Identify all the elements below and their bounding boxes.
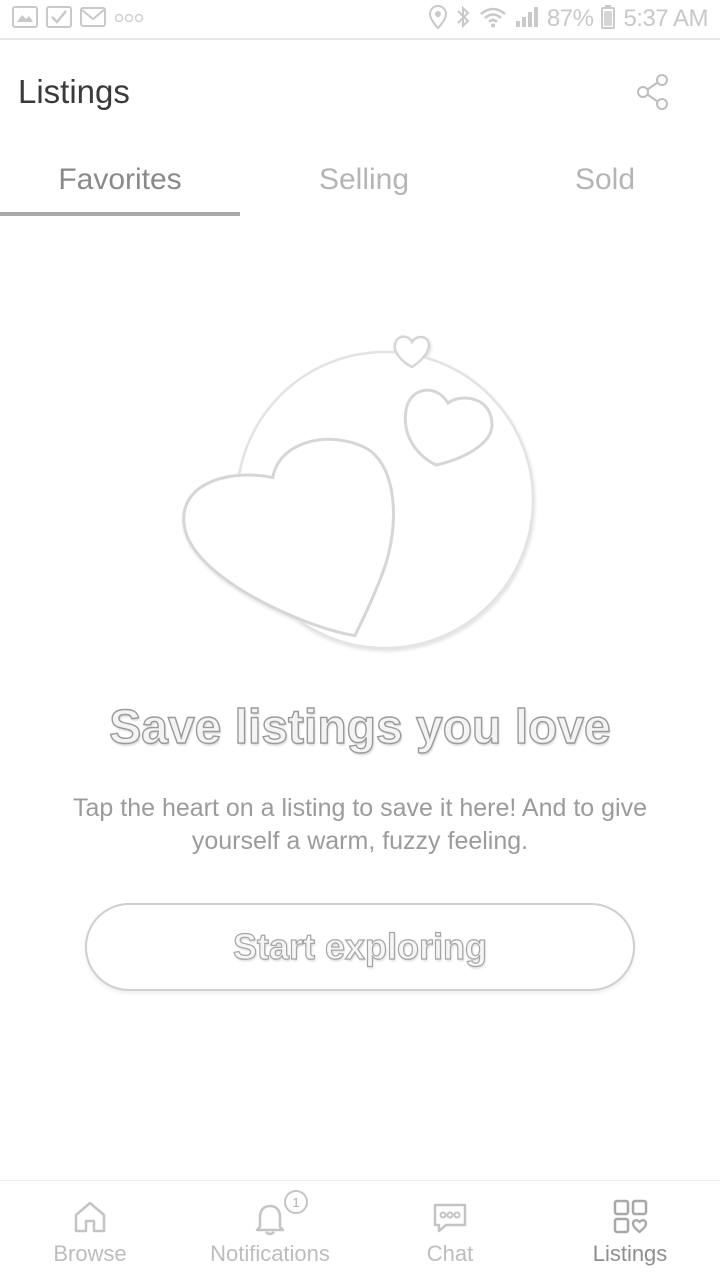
nav-label-chat: Chat xyxy=(426,1241,474,1266)
signal-icon xyxy=(515,6,539,33)
empty-state-heading: Save listings you love xyxy=(109,700,612,754)
nav-item-browse[interactable]: Browse xyxy=(0,1181,180,1280)
status-notifications xyxy=(12,5,144,33)
tab-selling[interactable]: Selling xyxy=(244,142,484,218)
nav-item-chat[interactable]: Chat xyxy=(360,1181,540,1280)
chat-bubble-icon xyxy=(433,1203,467,1233)
bottom-navigation: Browse 1 Notifications Chat Listings xyxy=(0,1180,720,1280)
app-header: Listings xyxy=(0,42,720,142)
tab-sold[interactable]: Sold xyxy=(485,142,720,218)
status-system: 87% 5:37 AM xyxy=(428,4,708,34)
battery-percentage: 87% xyxy=(546,5,594,32)
image-notification-icon xyxy=(12,5,38,33)
start-exploring-label: Start exploring xyxy=(232,925,488,967)
home-icon xyxy=(74,1201,106,1233)
tab-bar: Favorites Selling Sold xyxy=(0,142,720,218)
hearts-illustration xyxy=(180,325,540,665)
location-icon xyxy=(428,4,447,34)
battery-icon xyxy=(601,4,616,34)
status-bar: 87% 5:37 AM xyxy=(0,0,720,40)
active-tab-indicator xyxy=(0,212,240,216)
share-button[interactable] xyxy=(633,72,673,112)
screen: 87% 5:37 AM Listings Favorites Selling S… xyxy=(0,0,720,1280)
nav-label-browse: Browse xyxy=(53,1241,127,1266)
page-title: Listings xyxy=(18,73,130,110)
bluetooth-icon xyxy=(455,5,471,34)
nav-item-notifications[interactable]: 1 Notifications xyxy=(180,1181,360,1280)
listings-grid-icon xyxy=(613,1199,648,1234)
empty-state-description: Tap the heart on a listing to save it he… xyxy=(73,794,647,855)
email-notification-icon xyxy=(80,6,106,33)
notification-count-badge: 1 xyxy=(284,1190,308,1214)
nav-label-notifications: Notifications xyxy=(210,1241,330,1266)
share-icon xyxy=(637,74,668,110)
checkbox-notification-icon xyxy=(46,5,72,33)
wifi-icon xyxy=(479,6,507,33)
clock: 5:37 AM xyxy=(623,5,708,32)
start-exploring-button[interactable]: Start exploring xyxy=(85,903,635,991)
nav-label-listings: Listings xyxy=(592,1241,668,1266)
more-notifications-icon xyxy=(114,10,144,28)
tab-favorites[interactable]: Favorites xyxy=(0,142,240,218)
nav-item-listings[interactable]: Listings xyxy=(540,1181,720,1280)
